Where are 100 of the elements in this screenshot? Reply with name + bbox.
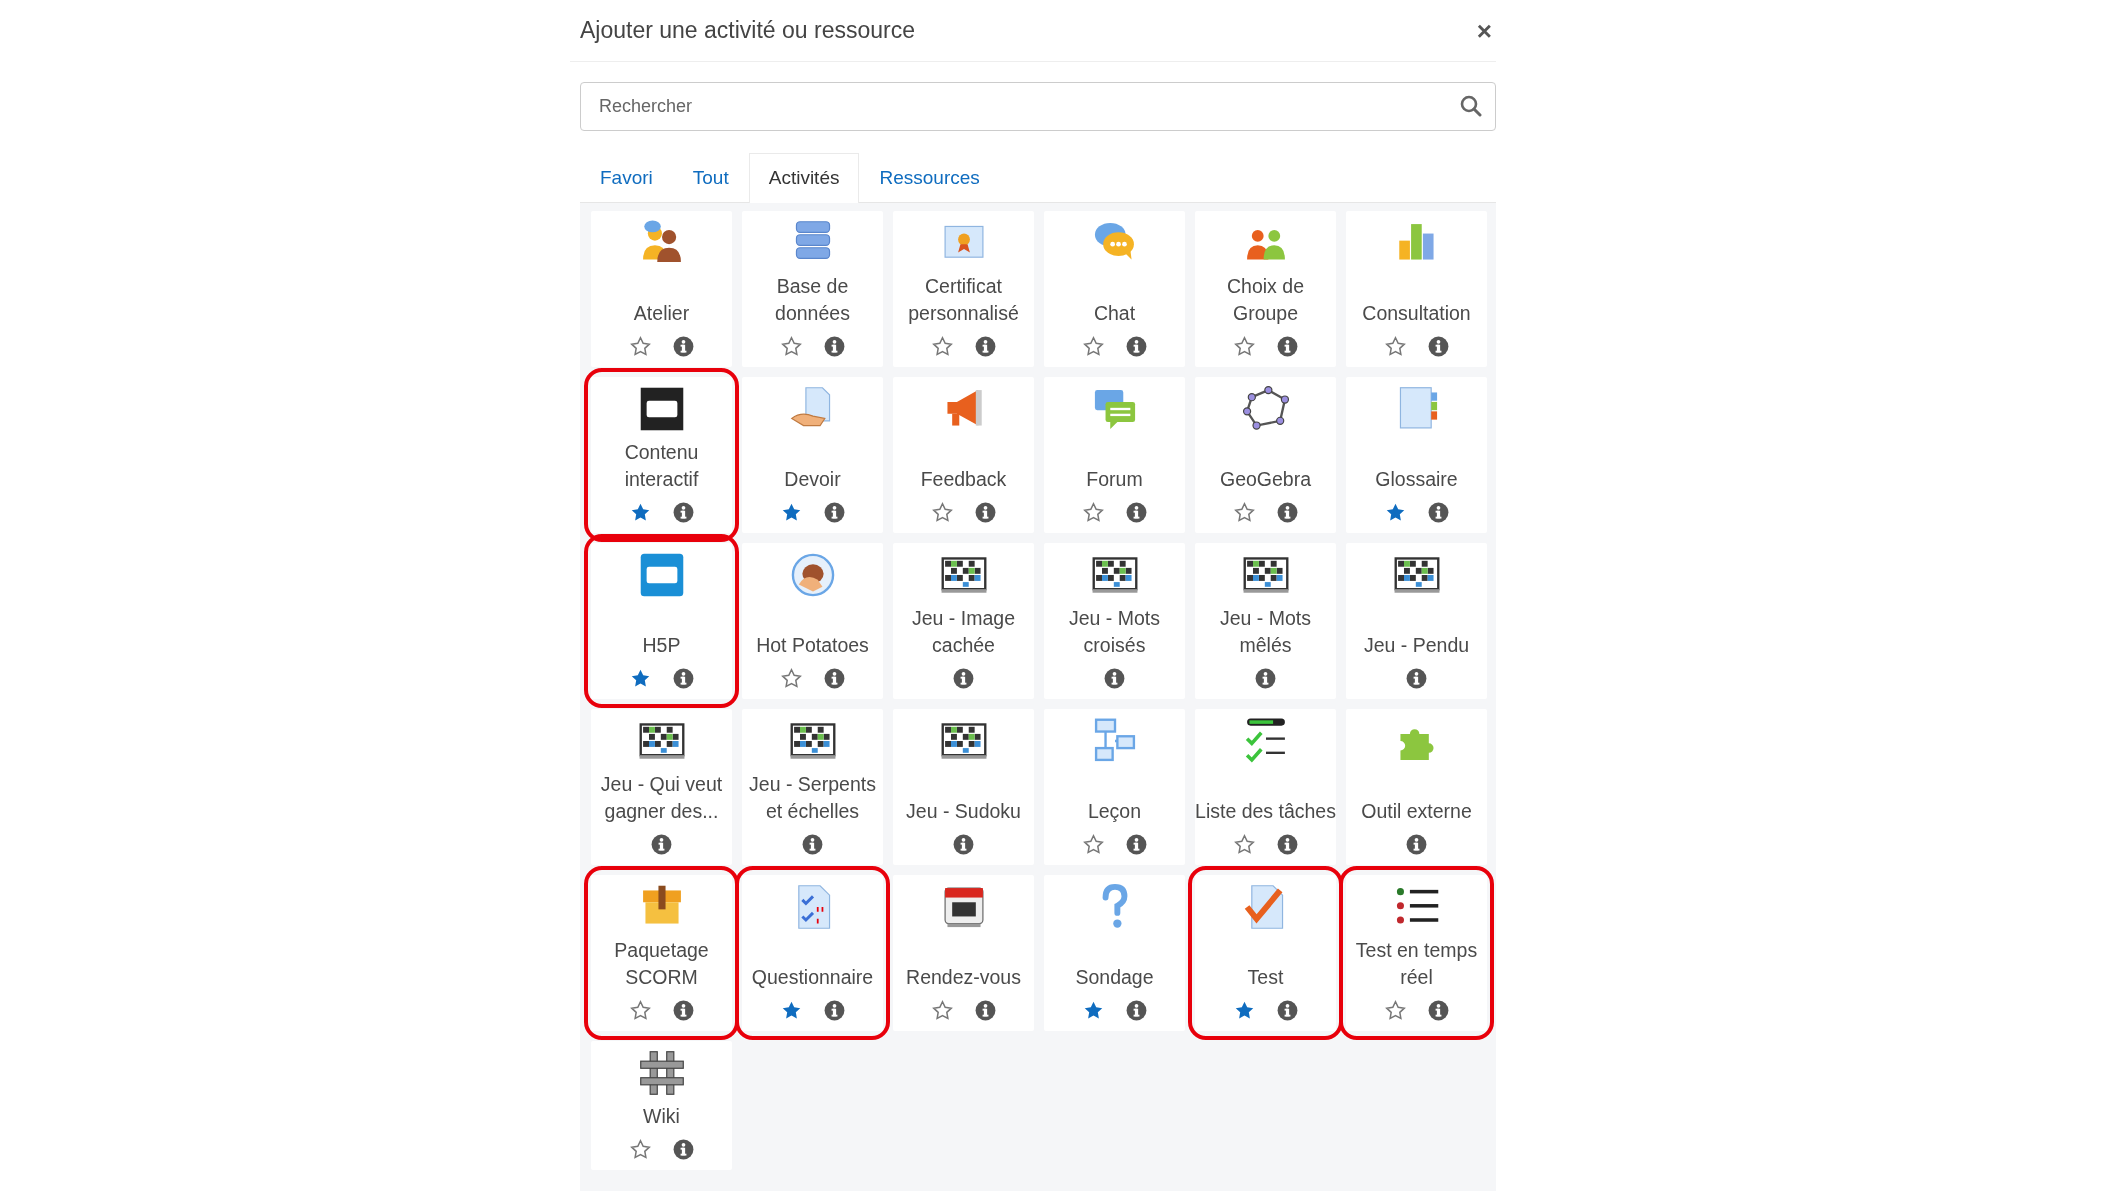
activity-card[interactable]: Atelier	[591, 210, 732, 367]
activity-card[interactable]: Leçon	[1044, 708, 1185, 865]
search-field[interactable]: Rechercher	[580, 82, 1496, 131]
info-icon[interactable]	[974, 502, 996, 523]
info-icon[interactable]	[1276, 834, 1298, 855]
activity-card[interactable]: Paquetage SCORM	[591, 874, 732, 1031]
activity-label: Jeu - Mots croisés	[1068, 605, 1161, 658]
activity-card[interactable]: Choix de Groupe	[1195, 210, 1336, 367]
tab[interactable]: Ressources	[859, 153, 1000, 203]
star-icon[interactable]	[780, 1000, 802, 1021]
activity-card[interactable]: Rendez-vous	[893, 874, 1034, 1031]
info-icon[interactable]	[823, 668, 845, 689]
activity-card[interactable]: Devoir	[742, 376, 883, 533]
star-icon[interactable]	[1082, 336, 1104, 357]
info-icon[interactable]	[802, 834, 823, 855]
info-icon[interactable]	[1255, 668, 1276, 689]
activity-label: Atelier	[633, 300, 690, 326]
info-icon[interactable]	[1125, 502, 1147, 523]
activity-card[interactable]: Jeu - Image cachée	[893, 542, 1034, 699]
close-button[interactable]: ×	[1472, 17, 1496, 44]
info-icon[interactable]	[1125, 1000, 1147, 1021]
activity-card[interactable]: H5P	[591, 542, 732, 699]
activity-card[interactable]: Jeu - Sudoku	[893, 708, 1034, 865]
info-icon[interactable]	[1406, 834, 1427, 855]
activity-card[interactable]: Chat	[1044, 210, 1185, 367]
info-icon[interactable]	[672, 1139, 694, 1160]
activity-card[interactable]: Consultation	[1346, 210, 1487, 367]
activity-card[interactable]: Glossaire	[1346, 376, 1487, 533]
activity-card[interactable]: Jeu - Mots croisés	[1044, 542, 1185, 699]
star-icon[interactable]	[1233, 834, 1255, 855]
info-icon[interactable]	[1427, 502, 1449, 523]
info-icon[interactable]	[823, 1000, 845, 1021]
activity-card[interactable]: Forum	[1044, 376, 1185, 533]
info-icon[interactable]	[974, 336, 996, 357]
star-icon[interactable]	[1082, 834, 1104, 855]
activity-card[interactable]: Questionnaire	[742, 874, 883, 1031]
activity-label: Chat	[1093, 300, 1136, 326]
star-icon[interactable]	[1233, 336, 1255, 357]
activity-card[interactable]: GeoGebra	[1195, 376, 1336, 533]
activity-card[interactable]: Feedback	[893, 376, 1034, 533]
activity-label: H5P	[642, 632, 681, 658]
info-icon[interactable]	[672, 668, 694, 689]
info-icon[interactable]	[1125, 834, 1147, 855]
search-icon[interactable]	[1460, 95, 1482, 117]
activity-card[interactable]: Hot Potatoes	[742, 542, 883, 699]
star-icon[interactable]	[1233, 1000, 1255, 1021]
info-icon[interactable]	[1427, 1000, 1449, 1021]
info-icon[interactable]	[1104, 668, 1125, 689]
info-icon[interactable]	[1276, 502, 1298, 523]
star-icon[interactable]	[931, 502, 953, 523]
info-icon[interactable]	[672, 502, 694, 523]
info-icon[interactable]	[1276, 336, 1298, 357]
info-icon[interactable]	[953, 834, 974, 855]
star-icon[interactable]	[1384, 1000, 1406, 1021]
info-icon[interactable]	[672, 336, 694, 357]
activity-card[interactable]: Contenu interactif	[591, 376, 732, 533]
tab[interactable]: Tout	[672, 153, 749, 203]
activity-card[interactable]: Test en temps réel	[1346, 874, 1487, 1031]
info-icon[interactable]	[651, 834, 672, 855]
activity-card[interactable]: Wiki	[591, 1040, 732, 1170]
info-icon[interactable]	[823, 502, 845, 523]
info-icon[interactable]	[1125, 336, 1147, 357]
activity-label: Questionnaire	[751, 964, 874, 990]
activity-card[interactable]: Jeu - Qui veut gagner des...	[591, 708, 732, 865]
activity-card[interactable]: Liste des tâches	[1195, 708, 1336, 865]
star-icon[interactable]	[1384, 502, 1406, 523]
star-icon[interactable]	[1384, 336, 1406, 357]
info-icon[interactable]	[1406, 668, 1427, 689]
info-icon[interactable]	[823, 336, 845, 357]
info-icon[interactable]	[672, 1000, 694, 1021]
info-icon[interactable]	[953, 668, 974, 689]
star-icon[interactable]	[629, 336, 651, 357]
info-icon[interactable]	[974, 1000, 996, 1021]
info-icon[interactable]	[1276, 1000, 1298, 1021]
activity-card[interactable]: Certificat personnalisé	[893, 210, 1034, 367]
star-icon[interactable]	[931, 1000, 953, 1021]
star-icon[interactable]	[1233, 502, 1255, 523]
tab[interactable]: Activités	[748, 153, 860, 203]
info-icon[interactable]	[1427, 336, 1449, 357]
activity-label: Hot Potatoes	[756, 632, 869, 658]
tab[interactable]: Favori	[580, 153, 673, 203]
star-icon[interactable]	[1082, 502, 1104, 523]
activity-card[interactable]: Jeu - Pendu	[1346, 542, 1487, 699]
star-icon[interactable]	[780, 668, 802, 689]
activity-card[interactable]: Outil externe	[1346, 708, 1487, 865]
star-icon[interactable]	[780, 502, 802, 523]
activity-card[interactable]: Test	[1195, 874, 1336, 1031]
star-icon[interactable]	[629, 502, 651, 523]
activity-card[interactable]: Base de données	[742, 210, 883, 367]
activity-card[interactable]: Jeu - Serpents et échelles	[742, 708, 883, 865]
star-icon[interactable]	[780, 336, 802, 357]
activity-card[interactable]: Jeu - Mots mêlés	[1195, 542, 1336, 699]
star-icon[interactable]	[1082, 1000, 1104, 1021]
star-icon[interactable]	[629, 668, 651, 689]
star-icon[interactable]	[629, 1139, 651, 1160]
star-icon[interactable]	[629, 1000, 651, 1021]
activity-card[interactable]: Sondage	[1044, 874, 1185, 1031]
activity-label: Jeu - Image cachée	[911, 605, 1016, 658]
dialog-title: Ajouter une activité ou ressource	[580, 16, 915, 46]
star-icon[interactable]	[931, 336, 953, 357]
